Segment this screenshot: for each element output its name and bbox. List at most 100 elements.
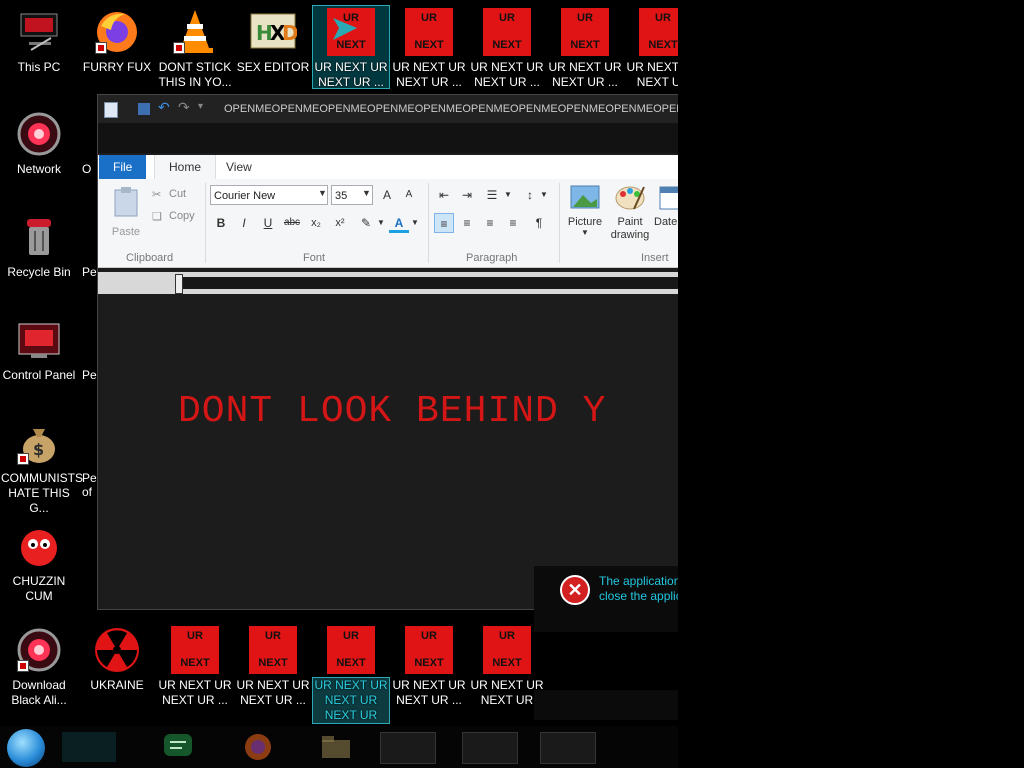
redo-icon[interactable]: ↷ [178,99,190,115]
icon-label: Network [16,162,61,176]
desktop-icon-this-pc[interactable]: This PC [1,8,77,75]
chuzzle-icon [15,522,63,570]
highlight-color-icon[interactable]: ✎ [356,213,376,233]
svg-text:$: $ [33,440,44,459]
taskbar-window-thumbnail[interactable] [462,732,518,764]
desktop-icon-ukraine[interactable]: UKRAINE [79,626,155,693]
chevron-down-icon: ▼ [362,188,371,198]
group-label-insert: Insert [641,252,669,264]
desktop-icon-ur-next-6[interactable]: UR NEXT UR NEXT UR NEXT UR ... [157,626,233,708]
desktop-icon-ur-next-8[interactable]: UR NEXT UR NEXT UR NEXT UR NEXT UR [312,626,390,724]
chat-app-icon[interactable] [162,732,194,762]
desktop-icon-network[interactable]: Network [1,110,77,177]
ruler[interactable] [98,272,678,294]
increase-indent-icon[interactable]: ⇥ [457,185,477,205]
hxd-editor-icon: HXD [249,8,299,56]
desktop-icon-ur-next-3[interactable]: UR NEXT UR NEXT UR NEXT UR ... [469,8,545,90]
start-orb-icon[interactable] [7,729,45,767]
italic-button[interactable]: I [234,213,254,233]
network-orb-icon [15,626,63,674]
icon-label: COMMUNISTS HATE THIS G... [1,471,83,515]
tab-view[interactable]: View [212,155,266,179]
partial-icon-label: Pe [82,265,97,279]
desktop-icon-chuzzin-cum[interactable]: CHUZZIN CUM [1,522,77,604]
font-name-select[interactable]: Courier New [210,185,328,205]
decrease-indent-icon[interactable]: ⇤ [434,185,454,205]
shortcut-arrow-icon [17,453,29,465]
align-left-icon[interactable]: ≡ [434,213,454,233]
partial-icon-label: Pe [82,368,97,382]
group-label-font: Font [303,252,326,264]
chevron-down-icon[interactable]: ▼ [377,218,385,227]
date-time-button[interactable]: Date ti [654,183,678,228]
desktop-icon-download-black-ali[interactable]: Download Black Ali... [1,626,77,708]
divider [559,183,560,263]
desktop-icon-ur-next-9[interactable]: UR NEXT UR NEXT UR NEXT UR ... [391,626,467,708]
document-text[interactable]: DONT LOOK BEHIND Y [178,390,606,433]
error-dialog[interactable]: ✕ The application close the applic [534,566,678,632]
ur-next-icon: UR NEXT [561,8,609,56]
save-icon[interactable] [138,103,150,115]
chevron-down-icon[interactable]: ▼ [504,190,512,199]
superscript-button[interactable]: x² [330,213,350,233]
ur-next-icon: UR NEXT [249,626,297,674]
cut-button[interactable]: Cut [169,188,186,200]
strikethrough-button[interactable]: abc [282,213,302,233]
ur-next-icon: UR NEXT [327,626,375,674]
title-bar[interactable]: ↶ ↷ ▾ OPENMEOPENMEOPENMEOPENMEOPENMEOPEN… [98,95,678,123]
shrink-font-button[interactable]: A [399,185,419,205]
tab-file[interactable]: File [99,155,147,179]
desktop-icon-ur-next-2[interactable]: UR NEXT UR NEXT UR NEXT UR ... [391,8,467,90]
align-right-icon[interactable]: ≡ [480,213,500,233]
paint-drawing-button[interactable]: Paint drawing [608,183,652,242]
chevron-down-icon[interactable]: ▼ [411,218,419,227]
wordpad-window[interactable]: ↶ ↷ ▾ OPENMEOPENMEOPENMEOPENMEOPENMEOPEN… [97,94,678,610]
align-center-icon[interactable]: ≡ [457,213,477,233]
icon-label: UR NEXT UR NEXT UR ... [548,60,622,89]
desktop-icon-ur-next-4[interactable]: UR NEXT UR NEXT UR NEXT UR ... [547,8,623,90]
desktop-icon-ur-next-7[interactable]: UR NEXT UR NEXT UR NEXT UR ... [235,626,311,708]
indent-marker-icon[interactable] [175,274,183,294]
ruler-track [178,277,678,289]
desktop-icon-ur-next-1[interactable]: UR NEXT UR NEXT UR NEXT UR ... [312,5,390,89]
list-icon[interactable]: ☰ [482,185,502,205]
desktop-icon-furry-fux[interactable]: FURRY FUX [79,8,155,75]
group-label-clipboard: Clipboard [126,252,174,264]
desktop-icon-control-panel[interactable]: Control Panel [1,316,77,383]
paragraph-settings-icon[interactable]: ¶ [529,213,549,233]
cut-icon[interactable]: ✂ [152,188,161,201]
copy-icon[interactable]: ❏ [152,210,162,223]
taskbar-window-thumbnail[interactable] [540,732,596,764]
underline-button[interactable]: U [258,213,278,233]
text-color-icon[interactable]: A [389,213,409,233]
desktop-icon-ur-next-5[interactable]: URNEXT UR NEXT UR NEXT UR [625,8,678,90]
title-band [98,123,678,153]
undo-icon[interactable]: ↶ [158,99,170,115]
paste-button[interactable]: Paste [108,185,144,241]
document-area[interactable]: DONT LOOK BEHIND Y [98,300,678,609]
desktop-icon-recycle-bin[interactable]: Recycle Bin [1,213,77,280]
chevron-down-icon[interactable]: ▼ [540,190,548,199]
desktop-icon-dont-stick[interactable]: DONT STICK THIS IN YO... [157,8,233,90]
taskbar-window-thumbnail[interactable] [380,732,436,764]
tab-home[interactable]: Home [154,155,217,180]
subscript-button[interactable]: x₂ [306,213,326,233]
icon-label: DONT STICK THIS IN YO... [158,60,232,89]
shortcut-arrow-icon [173,42,185,54]
task-view-icon[interactable] [62,732,116,762]
desktop-icon-sex-editor[interactable]: HXD SEX EDITOR [235,8,311,75]
bold-button[interactable]: B [211,213,231,233]
quick-access-dropdown-icon[interactable]: ▾ [198,101,203,115]
window-title: OPENMEOPENMEOPENMEOPENMEOPENMEOPENMEOPEN… [224,103,678,115]
firefox-icon[interactable] [242,732,274,762]
icon-label: Recycle Bin [7,265,71,279]
justify-icon[interactable]: ≡ [503,213,523,233]
error-line-1: The application [599,574,678,588]
copy-button[interactable]: Copy [169,210,195,222]
grow-font-button[interactable]: A [377,185,397,205]
file-explorer-icon[interactable] [320,732,352,762]
desktop-icon-communists[interactable]: $ COMMUNISTS HATE THIS G... [1,419,83,516]
picture-button[interactable]: Picture ▼ [565,183,605,237]
chevron-down-icon: ▼ [581,228,589,237]
line-spacing-icon[interactable]: ↕ [520,185,540,205]
